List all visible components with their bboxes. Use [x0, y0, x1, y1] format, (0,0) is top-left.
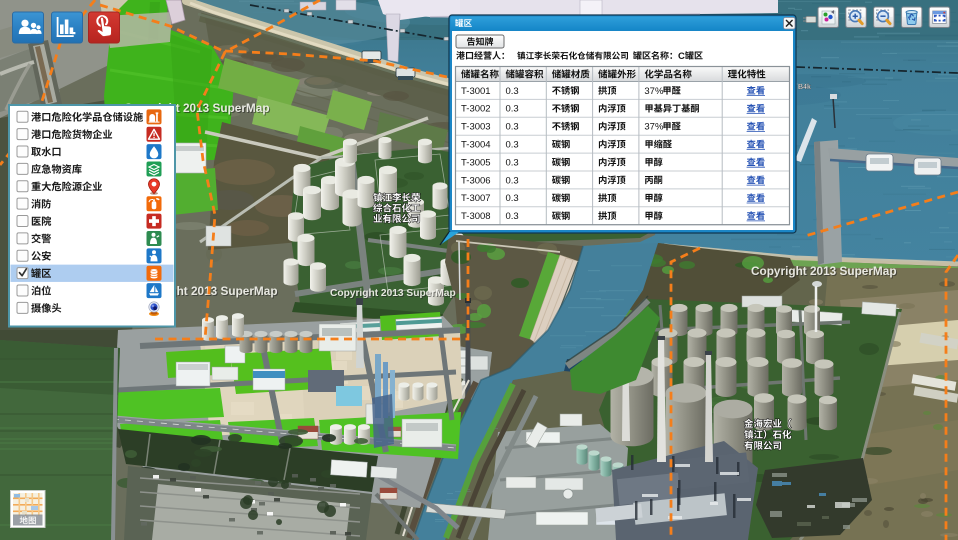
svg-text:0.3: 0.3	[506, 175, 519, 186]
svg-text:T-3003: T-3003	[461, 122, 491, 133]
svg-text:0.3: 0.3	[506, 211, 519, 222]
svg-text:0.3: 0.3	[506, 122, 519, 133]
svg-text:B4k: B4k	[798, 84, 811, 91]
svg-text:T-3007: T-3007	[461, 193, 491, 204]
svg-text:C: C	[678, 51, 685, 62]
svg-text:Copyright 2013 SuperMap: Copyright 2013 SuperMap	[330, 288, 456, 299]
svg-text:37%: 37%	[644, 86, 664, 97]
svg-text:0.3: 0.3	[506, 157, 519, 168]
svg-text:37%: 37%	[644, 122, 664, 133]
svg-text:T-3004: T-3004	[461, 140, 491, 151]
svg-text:0.3: 0.3	[506, 193, 519, 204]
svg-text:0.3: 0.3	[506, 86, 519, 97]
svg-text:Copyright 2013 SuperMap: Copyright 2013 SuperMap	[751, 264, 897, 278]
svg-text:0.3: 0.3	[506, 104, 519, 115]
svg-text:T-3001: T-3001	[461, 86, 491, 97]
svg-text:0.3: 0.3	[506, 140, 519, 151]
svg-text:T-3006: T-3006	[461, 175, 491, 186]
svg-text:T-3005: T-3005	[461, 157, 491, 168]
svg-text:T-3002: T-3002	[461, 104, 491, 115]
svg-text:T-3008: T-3008	[461, 211, 491, 222]
